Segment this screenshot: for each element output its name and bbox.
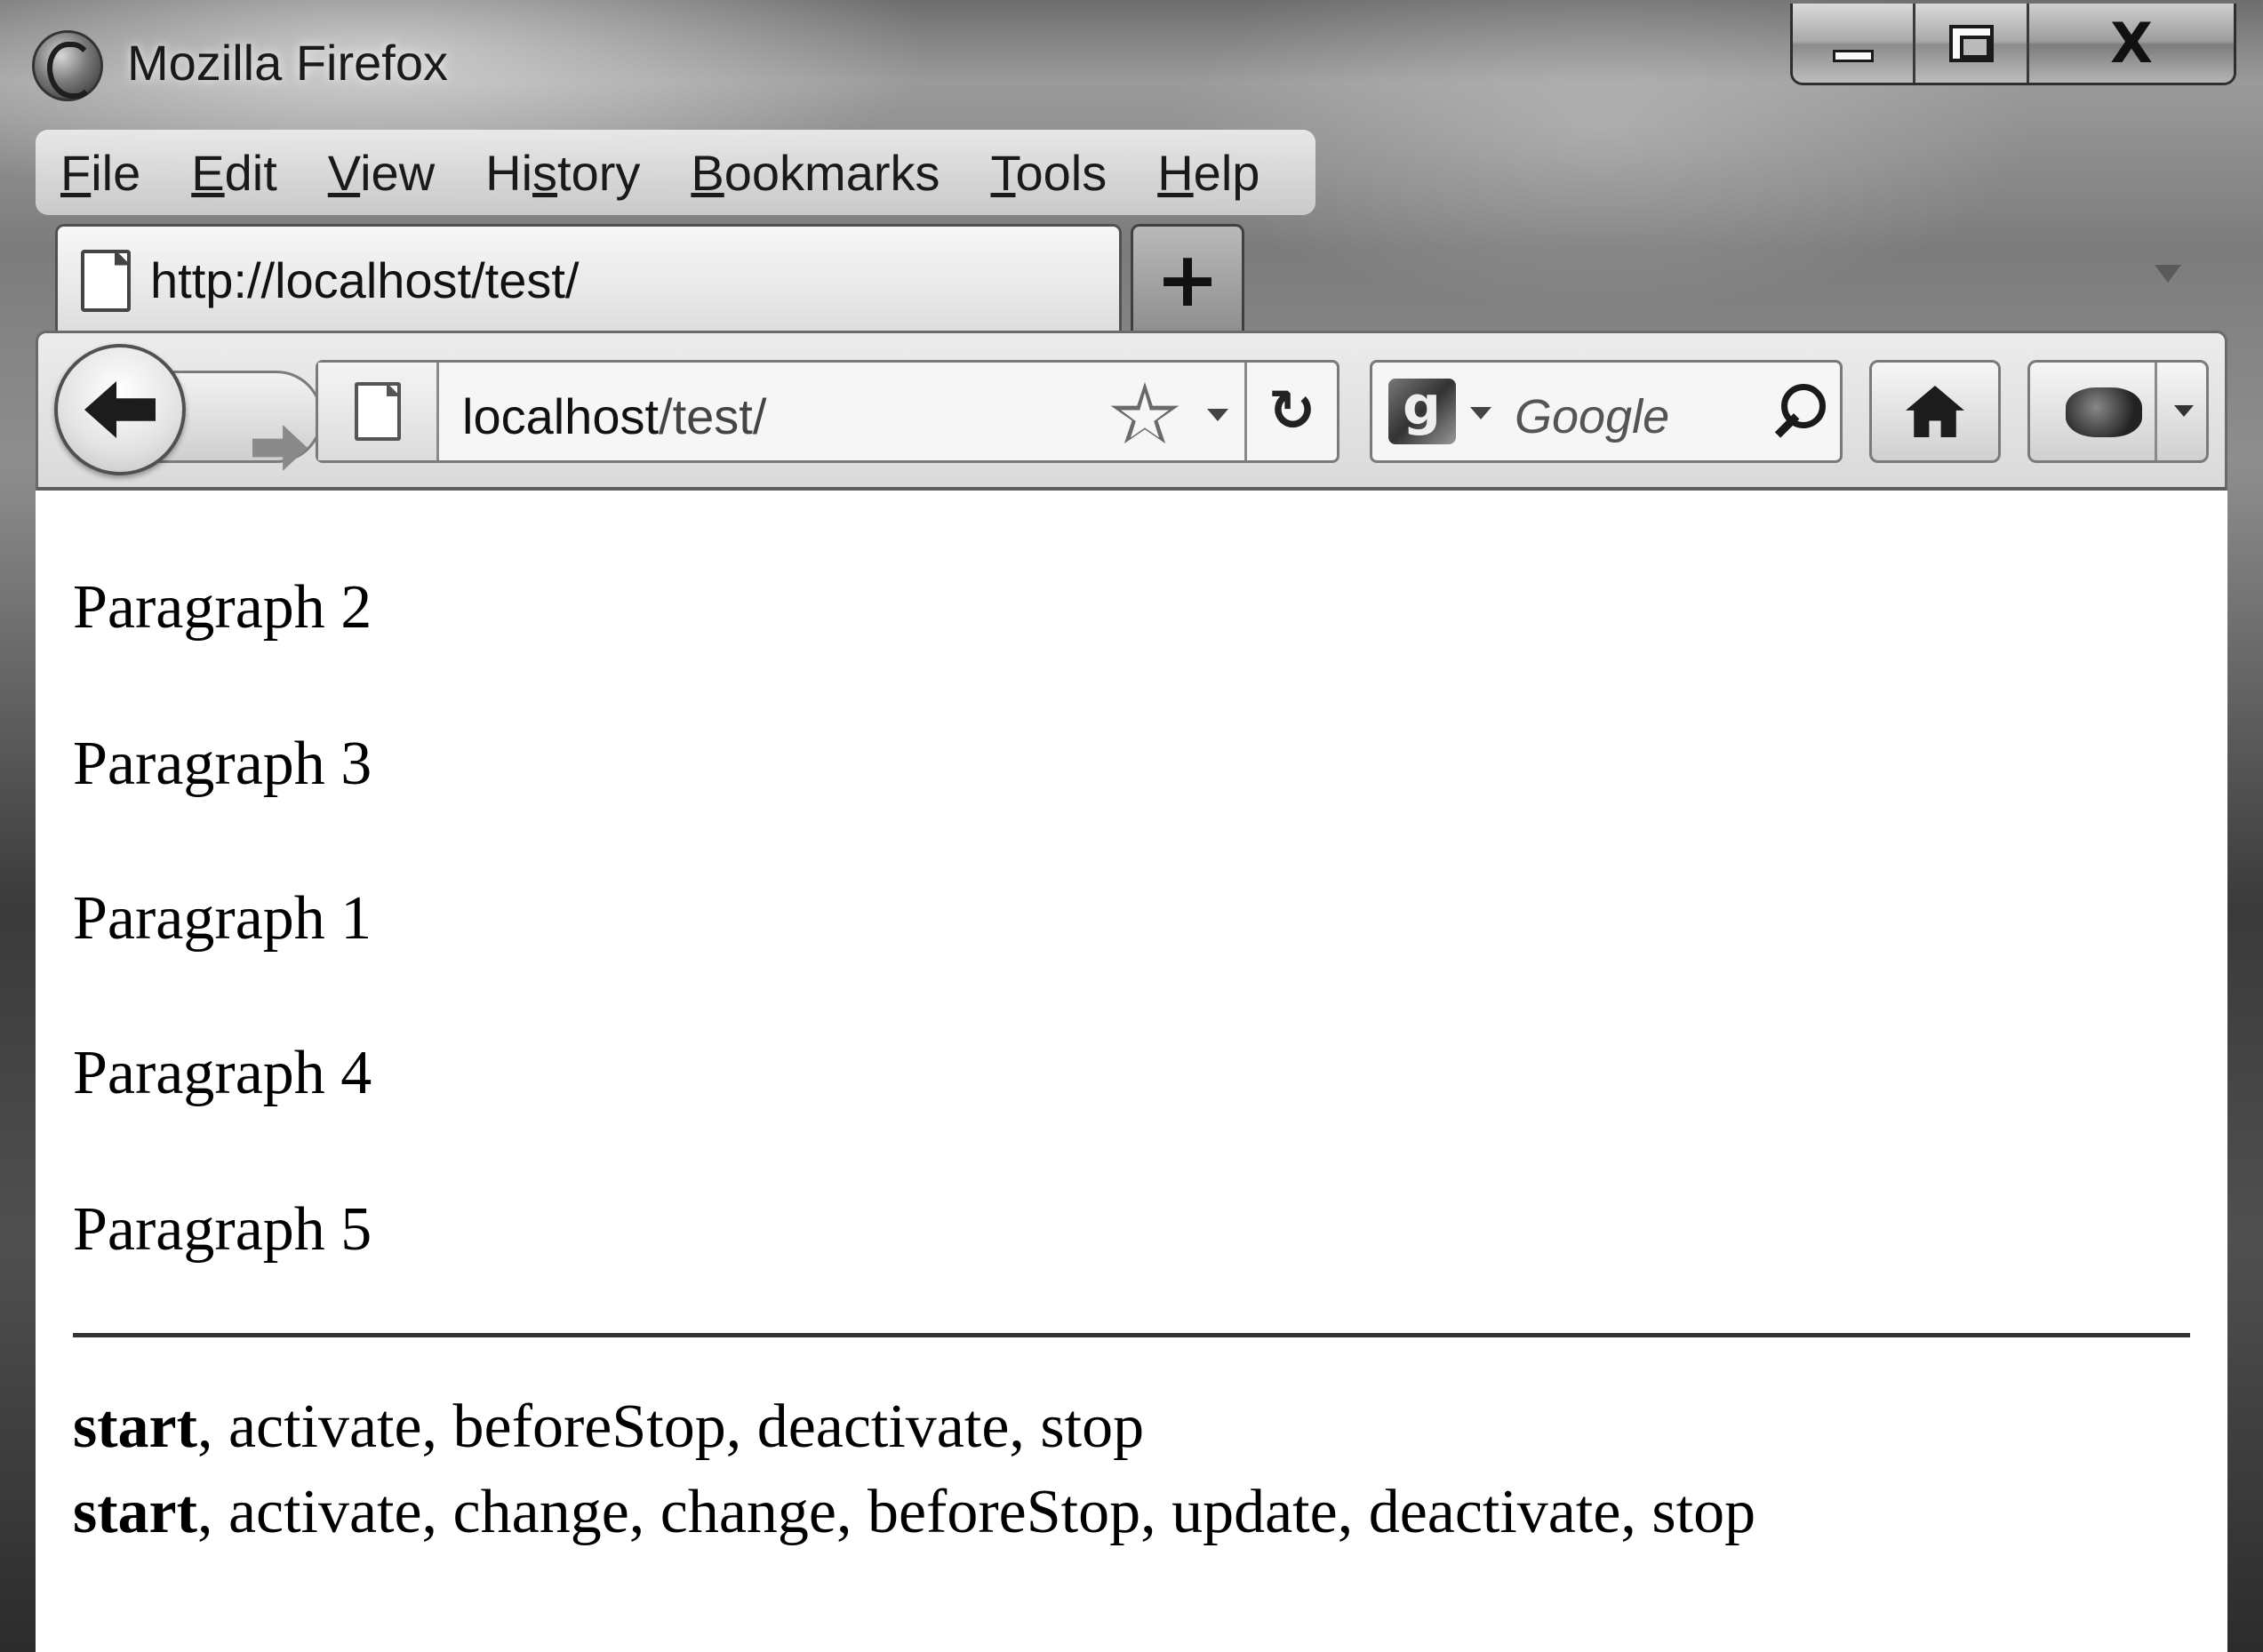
url-bar[interactable]: localhost/test/ ↻ xyxy=(316,360,1339,463)
navigation-toolbar: localhost/test/ ↻ Google xyxy=(36,331,2227,491)
window-controls: X xyxy=(1790,4,2236,85)
event-log-first-event: start xyxy=(73,1478,197,1546)
reload-icon: ↻ xyxy=(1267,379,1316,444)
new-tab-button[interactable]: + xyxy=(1131,224,1244,332)
minimize-button[interactable] xyxy=(1793,4,1915,83)
menu-help-label: elp xyxy=(1193,144,1260,201)
url-path: /test/ xyxy=(659,388,767,444)
divider xyxy=(2155,363,2157,460)
menu-history[interactable]: History xyxy=(485,144,640,202)
paragraph[interactable]: Paragraph 5 xyxy=(73,1194,372,1265)
home-button[interactable] xyxy=(1869,360,2001,463)
menu-tools[interactable]: Tools xyxy=(990,144,1107,202)
paragraph[interactable]: Paragraph 2 xyxy=(73,572,372,643)
menu-bookmarks-label: ookmarks xyxy=(724,144,940,201)
window-title: Mozilla Firefox xyxy=(127,35,448,91)
search-engine-chevron-down-icon[interactable] xyxy=(1470,407,1491,419)
menu-edit-accesskey: E xyxy=(191,144,225,201)
menu-bar: File Edit View History Bookmarks Tools H… xyxy=(36,130,1315,215)
paragraph[interactable]: Paragraph 4 xyxy=(73,1038,372,1109)
url-input[interactable]: localhost/test/ xyxy=(462,387,766,445)
menu-bookmarks-accesskey: B xyxy=(691,144,724,201)
maximize-button[interactable] xyxy=(1915,4,2029,83)
menu-history-label: tory xyxy=(557,144,641,201)
back-button[interactable] xyxy=(54,344,186,475)
menu-file[interactable]: File xyxy=(60,144,140,202)
menu-edit[interactable]: Edit xyxy=(191,144,277,202)
forward-button[interactable] xyxy=(231,403,329,492)
minimize-icon xyxy=(1832,49,1874,62)
event-log-line: start, activate, beforeStop, deactivate,… xyxy=(73,1392,1144,1463)
menu-view-accesskey: V xyxy=(327,144,361,201)
tab-list-chevron-down-icon[interactable] xyxy=(2155,265,2181,283)
site-identity-button[interactable] xyxy=(318,363,439,460)
maximize-icon xyxy=(1948,24,1994,62)
tab-strip: http://localhost/test/ + xyxy=(0,219,2263,334)
bookmark-star-icon-fill xyxy=(1121,392,1169,438)
search-bar[interactable]: Google xyxy=(1370,360,1843,463)
forward-arrow-icon xyxy=(252,425,308,471)
google-engine-icon[interactable] xyxy=(1388,375,1456,444)
menu-history-label-pre: Hi xyxy=(485,144,533,201)
search-icon[interactable] xyxy=(1772,384,1826,441)
close-icon: X xyxy=(2110,11,2153,76)
page-icon xyxy=(354,382,401,441)
menu-edit-label: dit xyxy=(224,144,277,201)
reload-button[interactable]: ↻ xyxy=(1244,363,1337,460)
horizontal-rule xyxy=(73,1333,2190,1337)
paragraph[interactable]: Paragraph 3 xyxy=(73,729,372,800)
menu-view-label: iew xyxy=(360,144,436,201)
paragraph[interactable]: Paragraph 1 xyxy=(73,883,372,954)
page-icon xyxy=(81,249,131,312)
firefox-logo-icon xyxy=(32,30,103,101)
menu-bookmarks[interactable]: Bookmarks xyxy=(691,144,940,202)
event-log-first-event: start xyxy=(73,1393,197,1461)
menu-file-label: ile xyxy=(91,144,141,201)
event-log-line: start, activate, change, change, beforeS… xyxy=(73,1477,1755,1548)
url-host: localhost xyxy=(462,388,660,444)
menu-view[interactable]: View xyxy=(328,144,435,202)
menu-file-accesskey: F xyxy=(60,144,92,201)
tab-active[interactable]: http://localhost/test/ xyxy=(55,224,1122,334)
back-arrow-icon xyxy=(84,381,156,438)
event-log-rest: , activate, change, change, beforeStop, … xyxy=(196,1478,1756,1546)
search-input[interactable]: Google xyxy=(1515,389,1669,444)
firebug-button[interactable] xyxy=(2027,360,2209,463)
event-log-rest: , activate, beforeStop, deactivate, stop xyxy=(196,1393,1145,1461)
tab-title: http://localhost/test/ xyxy=(150,252,580,308)
home-icon xyxy=(1906,386,1964,437)
bug-icon xyxy=(2066,387,2142,437)
title-bar: Mozilla Firefox X xyxy=(0,0,2263,133)
page-content: Paragraph 2 Paragraph 3 Paragraph 1 Para… xyxy=(36,491,2227,1652)
menu-tools-label: ools xyxy=(1015,144,1108,201)
menu-help-accesskey: H xyxy=(1157,144,1194,201)
menu-tools-accesskey: T xyxy=(990,144,1016,201)
history-dropdown-chevron-down-icon[interactable] xyxy=(1207,409,1228,421)
menu-help[interactable]: Help xyxy=(1157,144,1259,202)
close-button[interactable]: X xyxy=(2029,4,2234,83)
menu-history-accesskey: s xyxy=(532,144,558,201)
firebug-chevron-down-icon[interactable] xyxy=(2174,405,2194,417)
browser-window: Mozilla Firefox X File Edit View History… xyxy=(0,0,2263,1652)
